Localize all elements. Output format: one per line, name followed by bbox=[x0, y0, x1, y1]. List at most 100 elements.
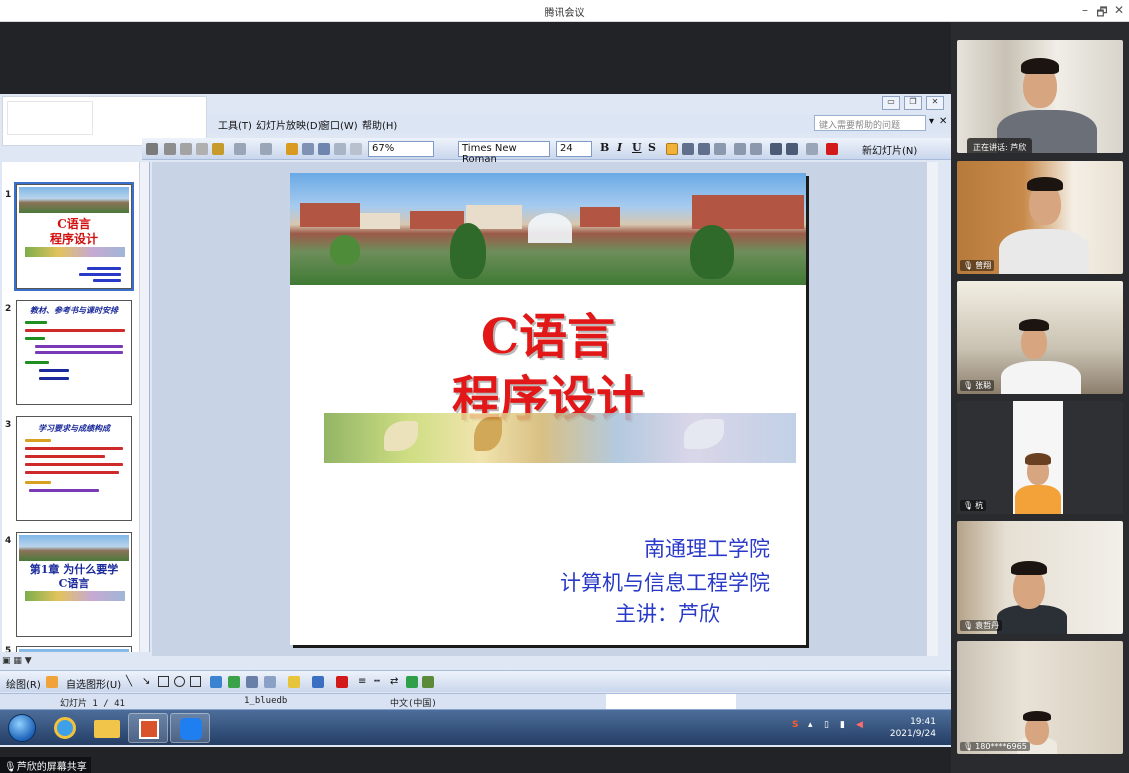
align-right-icon[interactable] bbox=[698, 143, 710, 155]
shrink-font-icon[interactable] bbox=[786, 143, 798, 155]
ie-icon[interactable] bbox=[44, 713, 84, 743]
windows-taskbar: S ▴ ▯ ▮ ◀ 19:41 2021/9/24 bbox=[0, 709, 951, 745]
line-tool-icon[interactable]: ╲ bbox=[126, 676, 132, 687]
participant-tile-4[interactable]: 🎙 杭 bbox=[957, 401, 1123, 514]
cut-icon[interactable] bbox=[164, 143, 176, 155]
device-icon[interactable]: ▯ bbox=[824, 720, 829, 730]
draw-menu[interactable]: 绘图(R) bbox=[6, 676, 41, 691]
leaf bbox=[384, 421, 418, 451]
redo-icon[interactable] bbox=[260, 143, 272, 155]
thumbnail-slide-2[interactable]: 教材、参考书与课时安排 bbox=[16, 300, 132, 405]
diagram-icon[interactable] bbox=[228, 676, 240, 688]
chart-icon[interactable] bbox=[286, 143, 298, 155]
insert-icon[interactable] bbox=[318, 143, 330, 155]
arrow-style-icon[interactable]: ⇄ bbox=[390, 676, 398, 687]
current-slide[interactable]: C语言 程序设计 南通理工学院 计算机与信息工程学院 主讲：芦欣 bbox=[290, 173, 806, 645]
thumbnail-slide-4[interactable]: 第1章 为什么要学 C语言 bbox=[16, 532, 132, 637]
autoshape-menu[interactable]: 自选图形(U) bbox=[66, 676, 121, 691]
underline-button[interactable]: U bbox=[632, 141, 642, 154]
doc-close-button[interactable]: ✕ bbox=[926, 96, 944, 110]
restore-button[interactable]: 🗗 bbox=[1095, 3, 1109, 24]
fill-color-icon[interactable] bbox=[288, 676, 300, 688]
table-icon[interactable] bbox=[302, 143, 314, 155]
indent-icon[interactable] bbox=[806, 143, 818, 155]
paste-icon[interactable] bbox=[196, 143, 208, 155]
textbox-tool-icon[interactable] bbox=[190, 676, 201, 687]
shadow-button[interactable]: S bbox=[648, 141, 656, 154]
menu-slideshow[interactable]: 幻灯片放映(D) bbox=[256, 117, 322, 132]
close-doc-icon[interactable]: ✕ bbox=[939, 116, 947, 127]
taskbar-clock[interactable]: 19:41 2021/9/24 bbox=[890, 716, 936, 740]
line-color-icon[interactable] bbox=[312, 676, 324, 688]
participant-name-2: 曾翔 bbox=[975, 261, 992, 270]
italic-button[interactable]: I bbox=[617, 141, 622, 154]
help-search-input[interactable]: 键入需要帮助的问题 bbox=[814, 115, 926, 131]
font-color-icon[interactable] bbox=[826, 143, 838, 155]
undo-icon[interactable] bbox=[234, 143, 246, 155]
copy-format-icon[interactable] bbox=[146, 143, 158, 155]
copy-icon[interactable] bbox=[180, 143, 192, 155]
view-buttons[interactable]: ▣ ▦ ▼ bbox=[2, 656, 150, 668]
folder-icon bbox=[94, 720, 120, 738]
minimize-button[interactable]: – bbox=[1078, 3, 1092, 17]
participant-tile-6[interactable]: 🎙 180****6965 bbox=[957, 641, 1123, 754]
participant-body bbox=[1015, 485, 1061, 514]
shadow-style-icon[interactable] bbox=[406, 676, 418, 688]
select-pointer-icon[interactable] bbox=[46, 676, 58, 688]
canvas-scrollbar[interactable] bbox=[926, 162, 938, 656]
start-button[interactable] bbox=[8, 714, 36, 742]
picture-icon[interactable] bbox=[264, 676, 276, 688]
new-slide-button[interactable]: 新幻灯片(N) bbox=[862, 142, 917, 157]
align-left-icon[interactable] bbox=[666, 143, 678, 155]
menu-help[interactable]: 帮助(H) bbox=[362, 117, 397, 132]
explorer-icon[interactable] bbox=[86, 713, 126, 743]
thumbnail-scrollbar[interactable] bbox=[139, 162, 149, 652]
tray-expand-icon[interactable]: ▴ bbox=[808, 720, 813, 730]
thumbnail-slide-1[interactable]: C语言 程序设计 bbox=[14, 182, 134, 291]
thumbnail-slide-3[interactable]: 学习要求与成绩构成 bbox=[16, 416, 132, 521]
tencent-meeting-taskbar-icon[interactable] bbox=[170, 713, 210, 743]
menu-tools[interactable]: 工具(T) bbox=[218, 117, 252, 132]
font-size-select[interactable]: 24 bbox=[556, 141, 592, 157]
bullets-icon[interactable] bbox=[750, 143, 762, 155]
network-icon[interactable]: ▮ bbox=[840, 720, 845, 730]
color-icon[interactable] bbox=[350, 143, 362, 155]
justify-icon[interactable] bbox=[714, 143, 726, 155]
zoom-select[interactable]: 67% bbox=[368, 141, 434, 157]
line-style-icon[interactable]: ≡ bbox=[358, 676, 366, 687]
leaf bbox=[684, 419, 724, 449]
numbering-icon[interactable] bbox=[734, 143, 746, 155]
participant-tile-3[interactable]: 🎙 张聪 bbox=[957, 281, 1123, 394]
help-dropdown-icon[interactable]: ▾ bbox=[929, 116, 934, 127]
bold-button[interactable]: B bbox=[600, 141, 609, 154]
wordart-icon[interactable] bbox=[210, 676, 222, 688]
ie-logo bbox=[54, 717, 76, 739]
align-center-icon[interactable] bbox=[682, 143, 694, 155]
thumb-title-1b: 程序设计 bbox=[49, 232, 98, 246]
volume-icon[interactable]: ◀ bbox=[856, 720, 863, 730]
clipart-icon[interactable] bbox=[246, 676, 258, 688]
font-select[interactable]: Times New Roman bbox=[458, 141, 550, 165]
arrow-tool-icon[interactable]: ↘ bbox=[142, 676, 150, 687]
slide-thumbnail-pane: 1 C语言 程序设计 2 教材、参考书与课时安排 3 学习要求与成绩构成 4 第… bbox=[2, 162, 150, 652]
participant-tile-1[interactable]: 正在讲话: 芦欣 bbox=[957, 40, 1123, 153]
oval-tool-icon[interactable] bbox=[174, 676, 185, 687]
status-slide-count: 幻灯片 1 / 41 bbox=[60, 699, 125, 709]
3d-style-icon[interactable] bbox=[422, 676, 434, 688]
doc-restore-button[interactable]: ❐ bbox=[904, 96, 922, 110]
dash-style-icon[interactable]: ┅ bbox=[374, 676, 380, 687]
format-painter-icon[interactable] bbox=[212, 143, 224, 155]
thumb-text-line bbox=[25, 337, 45, 340]
participant-tile-2[interactable]: 🎙 曾翔 bbox=[957, 161, 1123, 274]
font-color-draw-icon[interactable] bbox=[336, 676, 348, 688]
ime-icon[interactable]: S bbox=[792, 720, 798, 730]
thumbnail-slide-5[interactable] bbox=[16, 646, 132, 652]
powerpoint-taskbar-icon[interactable] bbox=[128, 713, 168, 743]
rectangle-tool-icon[interactable] bbox=[158, 676, 169, 687]
participant-tile-5[interactable]: 🎙 袁哲丹 bbox=[957, 521, 1123, 634]
doc-minimize-button[interactable]: ▭ bbox=[882, 96, 900, 110]
grow-font-icon[interactable] bbox=[770, 143, 782, 155]
close-button[interactable]: ✕ bbox=[1112, 3, 1126, 17]
grid-icon[interactable] bbox=[334, 143, 346, 155]
menu-window[interactable]: 窗口(W) bbox=[320, 117, 358, 132]
